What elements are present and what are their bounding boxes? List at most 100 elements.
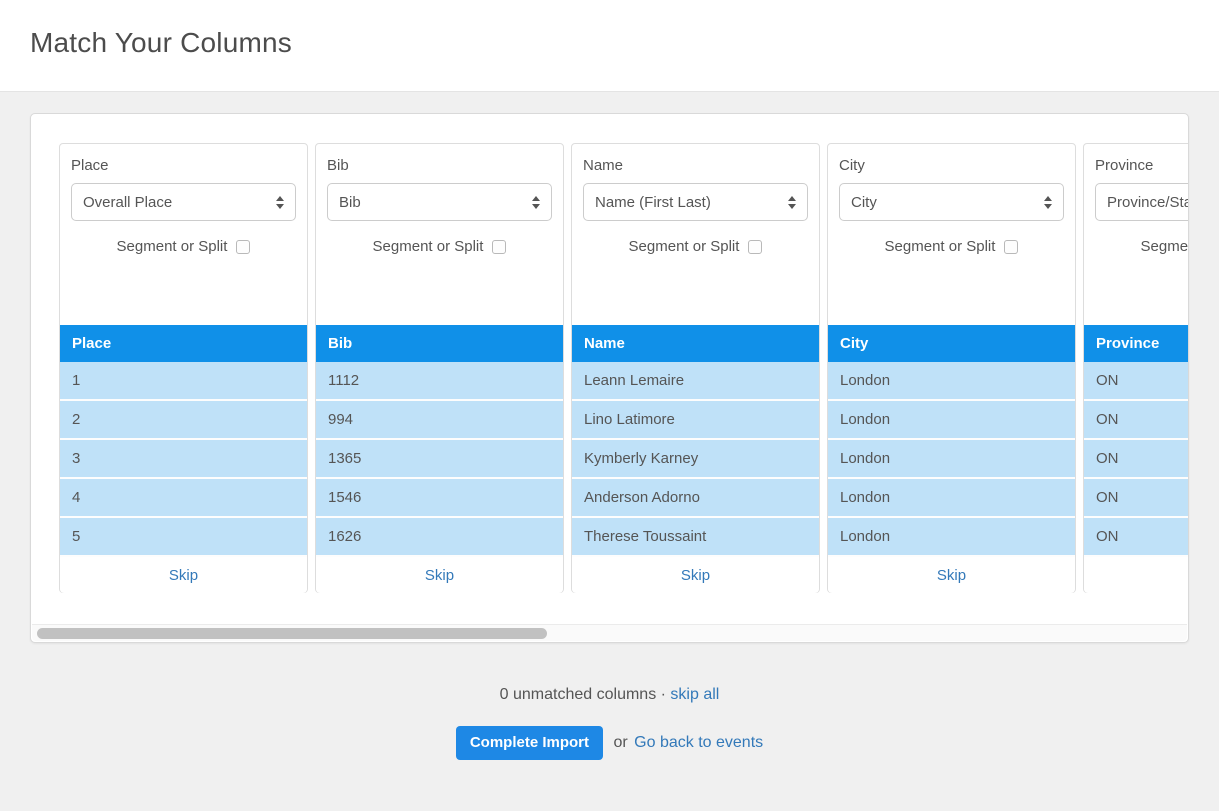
table-row: Therese Toussaint [572,518,819,557]
go-back-to-events-link[interactable]: Go back to events [634,734,763,751]
unmatched-count-text: 0 unmatched columns [500,686,657,703]
column-source-label: Province [1095,157,1188,174]
table-cell: 1365 [328,450,361,467]
preview-table: Name Leann Lemaire Lino Latimore Kymberl… [572,325,819,593]
segment-or-split-row: Segment or Split [327,238,552,255]
skip-row: Skip [316,557,563,593]
table-cell: London [840,450,890,467]
segment-or-split-checkbox[interactable] [492,240,506,254]
complete-import-button[interactable]: Complete Import [456,726,603,760]
table-cell: ON [1096,411,1119,428]
table-row: London [828,440,1075,479]
skip-row: Skip [828,557,1075,593]
column-matching-card: Place Overall Place Segment or Split Pla… [30,113,1189,643]
skip-column-link[interactable]: Skip [937,567,966,584]
skip-row: Skip [572,557,819,593]
panel-top-section: Province Province/State Segment or Split [1084,144,1188,255]
column-panel-name: Name Name (First Last) Segment or Split … [571,143,820,593]
select-value: City [851,194,877,211]
import-actions-line: Complete Import or Go back to events [0,726,1219,760]
table-row: 3 [60,440,307,479]
column-source-label: Name [583,157,808,174]
table-cell: 4 [72,489,80,506]
table-cell: 2 [72,411,80,428]
column-source-label: City [839,157,1064,174]
preview-table: Bib 1112 994 1365 1546 1626 Skip [316,325,563,593]
table-row: 5 [60,518,307,557]
segment-or-split-row: Segment or Split [1095,238,1188,255]
table-cell: 1626 [328,528,361,545]
table-cell: London [840,528,890,545]
table-cell: ON [1096,528,1119,545]
skip-all-link[interactable]: skip all [670,686,719,703]
table-row: 4 [60,479,307,518]
segment-or-split-row: Segment or Split [71,238,296,255]
segment-or-split-checkbox[interactable] [748,240,762,254]
table-row: 1365 [316,440,563,479]
horizontal-scrollbar[interactable] [32,624,1187,641]
table-row: Lino Latimore [572,401,819,440]
table-cell: 3 [72,450,80,467]
unmatched-columns-line: 0 unmatched columns · skip all [0,686,1219,704]
table-row: 1546 [316,479,563,518]
column-panel-bib: Bib Bib Segment or Split Bib 1112 994 13… [315,143,564,593]
table-row: 1626 [316,518,563,557]
table-row: 1112 [316,362,563,401]
preview-table-header: Bib [316,325,563,362]
skip-column-link[interactable]: Skip [681,567,710,584]
segment-or-split-label: Segment or Split [885,238,996,255]
segment-or-split-label: Segment or Split [629,238,740,255]
select-value: Bib [339,194,361,211]
page-title: Match Your Columns [0,0,1219,59]
preview-table: Province ON ON ON ON ON Skip [1084,325,1188,593]
select-arrows-icon [532,196,540,209]
table-cell: ON [1096,372,1119,389]
column-panel-city: City City Segment or Split City London L… [827,143,1076,593]
column-mapping-select[interactable]: Province/State [1095,183,1188,221]
skip-row: Skip [1084,557,1188,593]
scrollbar-thumb[interactable] [37,628,547,639]
skip-column-link[interactable]: Skip [169,567,198,584]
column-mapping-select[interactable]: Overall Place [71,183,296,221]
table-row: ON [1084,440,1188,479]
column-mapping-select[interactable]: Name (First Last) [583,183,808,221]
table-row: 2 [60,401,307,440]
table-cell: ON [1096,489,1119,506]
separator-dot: · [661,686,666,703]
preview-table: City London London London London London … [828,325,1075,593]
table-row: London [828,518,1075,557]
columns-row: Place Overall Place Segment or Split Pla… [31,114,1188,593]
table-cell: 1546 [328,489,361,506]
preview-table-header: Place [60,325,307,362]
preview-table-header: Province [1084,325,1188,362]
table-cell: London [840,372,890,389]
column-source-label: Place [71,157,296,174]
table-cell: 5 [72,528,80,545]
segment-or-split-checkbox[interactable] [1004,240,1018,254]
select-arrows-icon [1044,196,1052,209]
segment-or-split-label: Segment or Split [117,238,228,255]
table-cell: London [840,411,890,428]
table-cell: 1112 [328,372,359,389]
segment-or-split-row: Segment or Split [583,238,808,255]
table-cell: 1 [72,372,80,389]
select-value: Name (First Last) [595,194,711,211]
table-row: London [828,401,1075,440]
table-row: Anderson Adorno [572,479,819,518]
table-row: Kymberly Karney [572,440,819,479]
column-source-label: Bib [327,157,552,174]
preview-table: Place 1 2 3 4 5 Skip [60,325,307,593]
column-panel-province: Province Province/State Segment or Split… [1083,143,1188,593]
column-mapping-select[interactable]: City [839,183,1064,221]
segment-or-split-checkbox[interactable] [236,240,250,254]
table-row: ON [1084,479,1188,518]
skip-column-link[interactable]: Skip [425,567,454,584]
table-row: 1 [60,362,307,401]
select-value: Province/State [1107,194,1188,211]
column-mapping-select[interactable]: Bib [327,183,552,221]
table-row: ON [1084,518,1188,557]
or-text: or [613,734,627,751]
table-row: ON [1084,401,1188,440]
table-cell: ON [1096,450,1119,467]
preview-table-header: City [828,325,1075,362]
